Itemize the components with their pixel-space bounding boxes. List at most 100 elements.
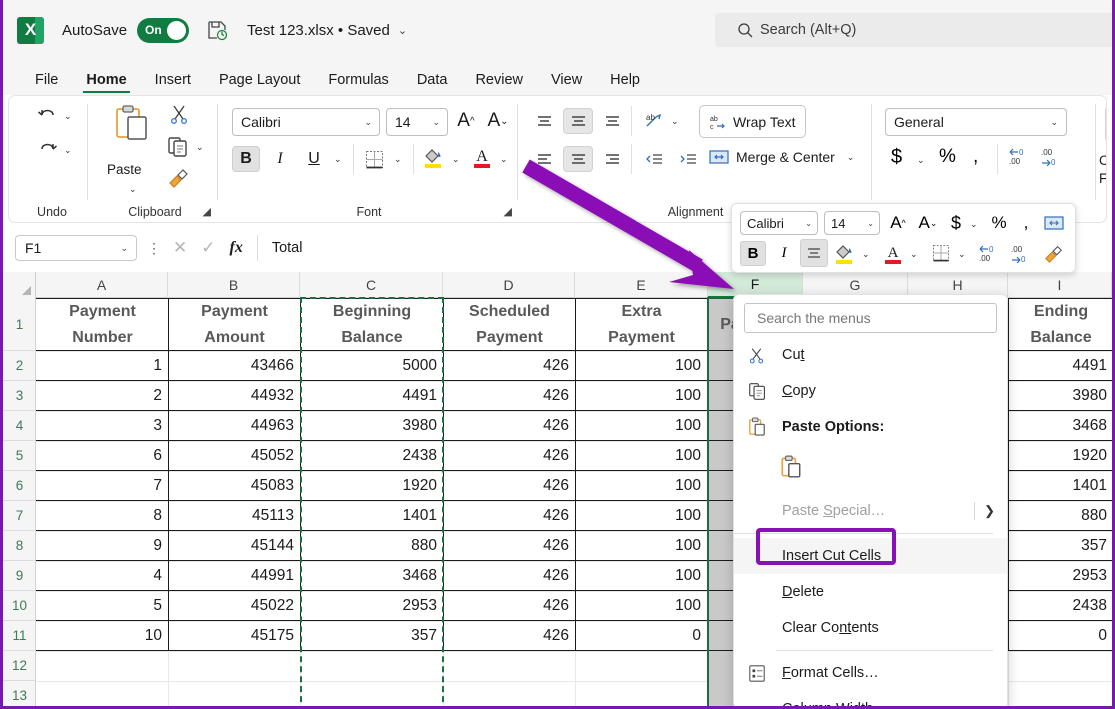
row-header-13[interactable]: 13	[3, 681, 36, 709]
redo-dropdown-icon[interactable]: ⌄	[64, 145, 72, 156]
name-box[interactable]: F1 ⌄	[15, 235, 137, 261]
align-middle-icon[interactable]	[563, 108, 593, 134]
cell-A1[interactable]: Payment Number	[37, 299, 168, 350]
wrap-text-button[interactable]: ab c Wrap Text	[699, 105, 806, 138]
cell-A9[interactable]: 4	[37, 561, 168, 590]
currency-dropdown-icon[interactable]: ⌄	[917, 155, 925, 166]
menu-item-format-cells[interactable]: Format Cells…	[734, 655, 1007, 691]
underline-dropdown-icon[interactable]: ⌄	[334, 154, 342, 165]
cell-C8[interactable]: 880	[301, 531, 443, 560]
save-sync-icon[interactable]	[205, 18, 229, 42]
row-header-10[interactable]: 10	[3, 591, 36, 621]
column-header-a[interactable]: A	[36, 272, 168, 298]
borders-icon[interactable]	[360, 146, 388, 172]
row-header-9[interactable]: 9	[3, 561, 36, 591]
chevron-down-icon[interactable]: ⌄	[867, 219, 874, 228]
chevron-down-icon[interactable]: ⌄	[364, 117, 372, 128]
tab-review[interactable]: Review	[465, 72, 533, 95]
mini-fill-color-icon[interactable]	[832, 240, 858, 266]
cancel-icon[interactable]: ✕	[173, 238, 187, 258]
row-header-3[interactable]: 3	[3, 381, 36, 411]
cell-B5[interactable]: 45052	[169, 441, 300, 470]
cell-B6[interactable]: 45083	[169, 471, 300, 500]
cell-C5[interactable]: 2438	[301, 441, 443, 470]
merge-center-button[interactable]: Merge & Center ⌄	[709, 148, 854, 166]
cell-A10[interactable]: 5	[37, 591, 168, 620]
tab-data[interactable]: Data	[407, 72, 458, 95]
paste-values-icon[interactable]	[780, 455, 802, 484]
copy-button[interactable]: ⌄	[167, 136, 204, 158]
row-header-1[interactable]: 1	[3, 298, 36, 351]
font-family-select[interactable]: Calibri ⌄	[232, 108, 380, 136]
cell-E2[interactable]: 100	[576, 351, 707, 380]
mini-currency-button[interactable]: $	[946, 211, 966, 235]
cell-I11[interactable]: 0	[1009, 621, 1113, 650]
mini-comma-style-button[interactable]: ,	[1017, 211, 1035, 235]
increase-font-size-icon[interactable]: A^	[452, 108, 480, 134]
cell-E10[interactable]: 100	[576, 591, 707, 620]
cell-A5[interactable]: 6	[37, 441, 168, 470]
cell-I9[interactable]: 2953	[1009, 561, 1113, 590]
merge-dropdown-icon[interactable]: ⌄	[847, 152, 855, 163]
cell-D7[interactable]: 426	[444, 501, 575, 530]
mini-borders-icon[interactable]	[928, 241, 954, 265]
align-left-icon[interactable]	[529, 146, 559, 172]
cell-E3[interactable]: 100	[576, 381, 707, 410]
paste-dropdown-icon[interactable]: ⌄	[129, 184, 137, 195]
cell-A4[interactable]: 3	[37, 411, 168, 440]
tab-home[interactable]: Home	[76, 72, 136, 95]
cell-D2[interactable]: 426	[444, 351, 575, 380]
borders-dropdown-icon[interactable]: ⌄	[394, 154, 402, 165]
mini-currency-dropdown-icon[interactable]: ⌄	[970, 219, 978, 230]
cell-B3[interactable]: 44932	[169, 381, 300, 410]
copy-dropdown-icon[interactable]: ⌄	[196, 142, 204, 153]
cell-A11[interactable]: 10	[37, 621, 168, 650]
percent-button[interactable]: %	[939, 146, 956, 168]
clipboard-dialog-launcher-icon[interactable]: ◢	[203, 205, 211, 218]
menu-item-copy[interactable]: Copy	[734, 373, 1007, 409]
cell-C10[interactable]: 2953	[301, 591, 443, 620]
cell-I5[interactable]: 1920	[1009, 441, 1113, 470]
mini-bold-button[interactable]: B	[740, 241, 766, 266]
cell-D11[interactable]: 426	[444, 621, 575, 650]
cell-I4[interactable]: 3468	[1009, 411, 1113, 440]
chevron-down-icon[interactable]: ⌄	[1050, 117, 1058, 128]
cell-E4[interactable]: 100	[576, 411, 707, 440]
mini-increase-decimal-icon[interactable]: 0 .00	[975, 241, 1003, 265]
mini-format-painter-icon[interactable]	[1040, 241, 1068, 265]
cell-A8[interactable]: 9	[37, 531, 168, 560]
row-header-5[interactable]: 5	[3, 441, 36, 471]
undo-button[interactable]: ⌄	[37, 106, 72, 126]
bold-button[interactable]: B	[232, 146, 260, 172]
select-all-corner[interactable]	[3, 272, 36, 298]
conditional-formatting-icon[interactable]	[1105, 108, 1107, 147]
cell-B7[interactable]: 45113	[169, 501, 300, 530]
search-input[interactable]: Search (Alt+Q)	[715, 13, 1115, 47]
cell-C9[interactable]: 3468	[301, 561, 443, 590]
chevron-down-icon[interactable]: ⌄	[805, 219, 812, 228]
underline-button[interactable]: U	[300, 146, 328, 172]
tab-page-layout[interactable]: Page Layout	[209, 72, 310, 95]
cell-I6[interactable]: 1401	[1009, 471, 1113, 500]
redo-button[interactable]: ⌄	[37, 140, 72, 160]
cell-D1[interactable]: Scheduled Payment	[444, 299, 575, 350]
cut-button[interactable]	[169, 104, 189, 129]
mini-borders-dropdown-icon[interactable]: ⌄	[958, 249, 966, 260]
row-header-12[interactable]: 12	[3, 651, 36, 681]
align-right-icon[interactable]	[597, 146, 627, 172]
cell-B9[interactable]: 44991	[169, 561, 300, 590]
cell-I8[interactable]: 357	[1009, 531, 1113, 560]
mini-merge-center-icon[interactable]	[1041, 211, 1067, 235]
cell-C6[interactable]: 1920	[301, 471, 443, 500]
mini-decrease-font-size-icon[interactable]: A⌄	[915, 211, 941, 235]
chevron-down-icon[interactable]: ⌄	[432, 117, 440, 128]
autosave-toggle[interactable]: On	[137, 18, 189, 43]
cell-I3[interactable]: 3980	[1009, 381, 1113, 410]
row-header-2[interactable]: 2	[3, 351, 36, 381]
increase-indent-icon[interactable]	[673, 146, 703, 172]
mini-fill-dropdown-icon[interactable]: ⌄	[862, 249, 870, 260]
menu-item-cut[interactable]: Cut	[734, 337, 1007, 373]
chevron-right-icon[interactable]: ❯	[984, 503, 995, 519]
cell-C7[interactable]: 1401	[301, 501, 443, 530]
fill-color-icon[interactable]	[420, 144, 448, 170]
